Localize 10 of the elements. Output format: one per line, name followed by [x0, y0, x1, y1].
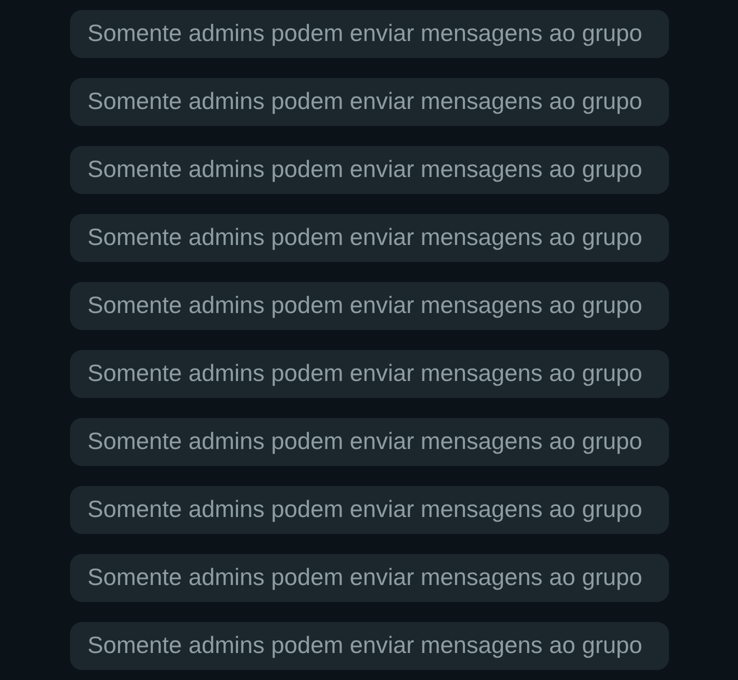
system-message: Somente admins podem enviar mensagens ao grupo: [70, 418, 668, 466]
system-message: Somente admins podem enviar mensagens ao grupo: [70, 554, 668, 602]
system-message: Somente admins podem enviar mensagens ao grupo: [70, 282, 668, 330]
system-message: Somente admins podem enviar mensagens ao grupo: [70, 622, 668, 670]
system-message: Somente admins podem enviar mensagens ao grupo: [70, 350, 668, 398]
system-message: Somente admins podem enviar mensagens ao grupo: [70, 214, 668, 262]
system-message: Somente admins podem enviar mensagens ao grupo: [70, 78, 668, 126]
system-message: Somente admins podem enviar mensagens ao grupo: [70, 10, 668, 58]
system-message: Somente admins podem enviar mensagens ao grupo: [70, 486, 668, 534]
system-message: Somente admins podem enviar mensagens ao grupo: [70, 146, 668, 194]
